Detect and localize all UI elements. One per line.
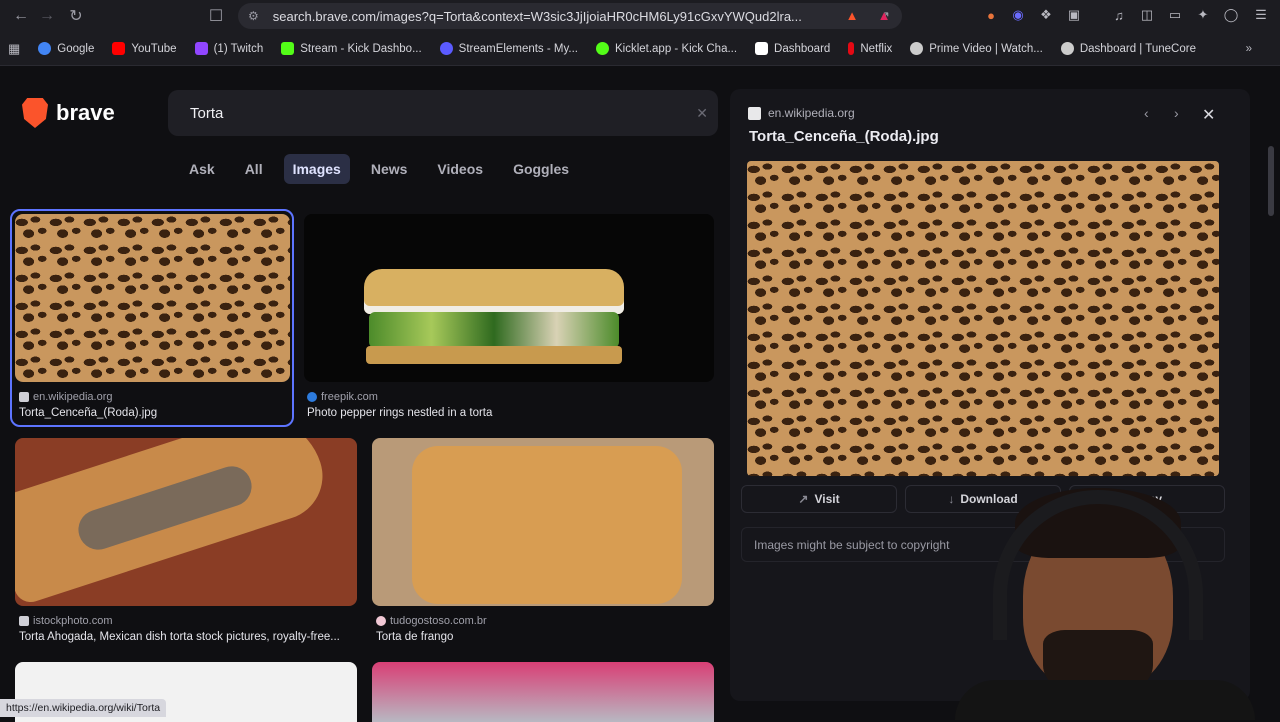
filling-shape — [369, 312, 619, 348]
bookmark-icon[interactable]: ☐ — [202, 2, 230, 30]
result-source: tudogostoso.com.br — [376, 615, 487, 627]
reload-icon[interactable]: ↻ — [62, 2, 90, 30]
result-caption[interactable]: Torta de frango — [376, 631, 706, 643]
wallet-icon[interactable]: ▭ — [1166, 6, 1184, 24]
bookmark-favicon — [439, 42, 453, 55]
clear-icon[interactable]: ✕ — [696, 105, 708, 122]
scrollbar[interactable] — [1268, 146, 1274, 216]
bookmark-item[interactable]: Netflix — [848, 42, 892, 55]
result-caption[interactable]: Photo pepper rings nestled in a torta — [307, 407, 707, 419]
bookmark-favicon — [595, 42, 609, 55]
wikipedia-favicon-icon — [19, 392, 29, 402]
result-image-pepper-torta[interactable] — [304, 214, 714, 382]
brave-shields-icon[interactable]: ▲ — [843, 6, 861, 24]
bookmark-item[interactable]: StreamElements - My... — [439, 42, 578, 55]
site-info-icon[interactable]: ⚙ — [248, 9, 259, 23]
bookmark-item[interactable]: (1) Twitch — [194, 42, 263, 55]
tab-goggles[interactable]: Goggles — [504, 154, 578, 184]
pie-shape — [412, 446, 682, 604]
brave-rewards-icon[interactable]: ▲ — [875, 6, 893, 24]
menu-icon[interactable]: ☰ — [1252, 6, 1270, 24]
bookmark-favicon — [281, 42, 295, 55]
leo-icon[interactable]: ✦ — [1194, 6, 1212, 24]
result-caption[interactable]: Torta_Cenceña_(Roda).jpg — [19, 407, 289, 419]
more-bookmarks-icon[interactable]: » — [1246, 43, 1252, 55]
result-image-partial-2[interactable] — [372, 662, 714, 722]
tab-news[interactable]: News — [362, 154, 417, 184]
url-text: search.brave.com/images?q=Torta&context=… — [272, 8, 802, 24]
back-icon[interactable]: ← — [7, 2, 35, 30]
close-icon[interactable]: ✕ — [1202, 105, 1215, 125]
brave-logo[interactable]: brave — [22, 98, 115, 128]
bookmark-item[interactable]: Dashboard — [755, 42, 830, 55]
result-image-torta-de-frango[interactable] — [372, 438, 714, 606]
next-icon[interactable]: › — [1174, 105, 1179, 121]
result-image-torta-cencena[interactable] — [15, 214, 290, 382]
forward-icon[interactable]: → — [33, 2, 61, 30]
preview-image[interactable] — [747, 161, 1219, 476]
bookmark-item[interactable]: Google — [38, 42, 94, 55]
extensions-icon[interactable]: ❖ — [1037, 6, 1055, 24]
browser-toolbar: ← → ↻ ☐ ⚙ search.brave.com/images?q=Tort… — [0, 0, 1280, 32]
result-image-torta-ahogada[interactable] — [15, 438, 357, 606]
bookmark-item[interactable]: Prime Video | Watch... — [910, 42, 1043, 55]
wikipedia-favicon-icon — [748, 106, 761, 120]
search-tabs: Ask All Images News Videos Goggles — [180, 154, 590, 184]
result-source: freepik.com — [307, 391, 378, 403]
result-caption[interactable]: Torta Ahogada, Mexican dish torta stock … — [19, 631, 357, 643]
bookmark-item[interactable]: YouTube — [112, 42, 177, 55]
search-input[interactable]: Torta ✕ — [168, 90, 718, 136]
bookmark-favicon — [755, 42, 769, 55]
lion-icon — [22, 98, 48, 128]
panel-title: Torta_Cenceña_(Roda).jpg — [749, 128, 939, 145]
bookmark-item[interactable]: Stream - Kick Dashbo... — [281, 42, 422, 55]
previous-icon[interactable]: ‹ — [1144, 105, 1149, 121]
freepik-favicon-icon — [307, 392, 317, 402]
bookmark-favicon — [1060, 42, 1074, 55]
bookmark-favicon — [112, 42, 126, 55]
address-bar[interactable]: ⚙ search.brave.com/images?q=Torta&contex… — [238, 3, 902, 29]
vpn-icon[interactable]: ◯ — [1222, 6, 1240, 24]
bread-bottom-shape — [366, 346, 622, 364]
sandwich-shape — [364, 269, 624, 314]
status-bar-url: https://en.wikipedia.org/wiki/Torta — [0, 699, 167, 717]
panel-source[interactable]: en.wikipedia.org — [748, 106, 855, 120]
bookmark-favicon — [38, 42, 52, 55]
tudogostoso-favicon-icon — [376, 616, 386, 626]
extension-icon-1[interactable]: ● — [982, 6, 1000, 24]
tab-all[interactable]: All — [236, 154, 272, 184]
bookmark-favicon — [848, 42, 855, 55]
screenshot-icon[interactable]: ▣ — [1065, 6, 1083, 24]
bookmark-favicon — [910, 42, 924, 55]
webcam-overlay — [945, 470, 1255, 720]
bookmark-favicon — [194, 42, 208, 55]
tab-images[interactable]: Images — [283, 154, 350, 184]
media-icon[interactable]: ♫ — [1110, 6, 1128, 24]
external-link-icon: ↗ — [798, 492, 809, 506]
streamer-shirt — [955, 680, 1255, 720]
bookmark-item[interactable]: Kicklet.app - Kick Cha... — [595, 42, 737, 55]
extension-icon-2[interactable]: ◉ — [1009, 6, 1027, 24]
result-source: en.wikipedia.org — [19, 391, 113, 403]
visit-button[interactable]: ↗ Visit — [741, 485, 897, 513]
bookmarks-bar: ▦ Google YouTube (1) Twitch Stream - Kic… — [0, 32, 1280, 66]
bookmark-item[interactable]: Dashboard | TuneCore — [1060, 42, 1196, 55]
tab-videos[interactable]: Videos — [428, 154, 492, 184]
apps-icon[interactable]: ▦ — [8, 41, 20, 57]
istock-favicon-icon — [19, 616, 29, 626]
sidebar-icon[interactable]: ◫ — [1138, 6, 1156, 24]
tab-ask[interactable]: Ask — [180, 154, 224, 184]
result-source: istockphoto.com — [19, 615, 112, 627]
